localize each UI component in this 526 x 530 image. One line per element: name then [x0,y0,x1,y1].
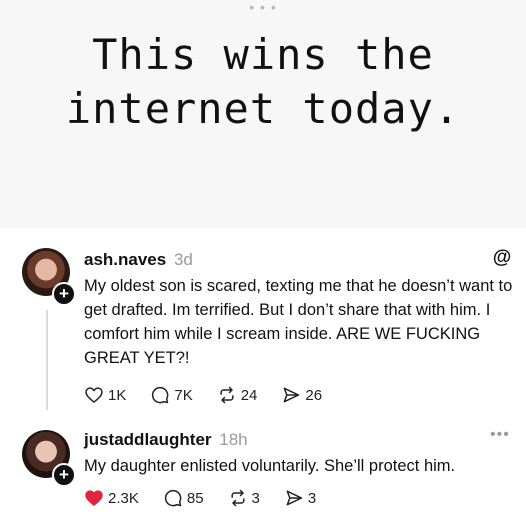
threads-logo-icon: @ [492,247,512,268]
share-count: 26 [305,386,323,404]
comment-count: 85 [186,489,204,507]
share-button[interactable]: 26 [281,385,322,405]
username[interactable]: justaddlaughter [84,430,212,449]
share-button[interactable]: 3 [284,488,316,508]
like-button[interactable]: 2.3K [84,488,139,508]
like-count: 1K [108,386,127,404]
repost-icon [230,489,245,507]
post-header: justaddlaughter 18h [84,430,248,450]
caption: This wins the internet today. [0,28,526,136]
post-actions: 1K 7K 24 26 [84,383,346,407]
share-icon [286,490,303,506]
comment-icon [164,489,182,507]
repost-count: 3 [251,489,260,507]
repost-count: 24 [240,386,258,404]
post-text: My oldest son is scared, texting me that… [84,277,513,367]
username[interactable]: ash.naves [84,250,166,269]
share-icon [283,387,300,403]
like-count: 2.3K [108,489,139,507]
caption-line-1: This wins the [92,30,434,79]
more-icon[interactable]: ••• [490,426,510,444]
heart-icon [85,490,103,506]
comment-count: 7K [174,386,193,404]
timestamp: 18h [219,430,248,449]
comment-icon [152,386,169,404]
repost-button[interactable]: 24 [217,385,258,405]
heart-icon [85,387,103,403]
comment-button[interactable]: 7K [150,385,193,405]
follow-plus-icon[interactable]: + [52,282,76,306]
threads-screenshot-card: + ash.naves 3d @ My oldest son is scared… [0,228,526,530]
follow-plus-icon[interactable]: + [52,463,76,487]
thread-connector-line [46,310,48,410]
repost-button[interactable]: 3 [228,488,260,508]
post-text: My daughter enlisted voluntarily. She’ll… [84,457,456,475]
repost-icon [220,386,234,404]
comment-button[interactable]: 85 [163,488,204,508]
post-header: ash.naves 3d [84,250,193,270]
share-count: 3 [307,489,317,507]
post-actions: 2.3K 85 3 3 [84,486,340,510]
like-button[interactable]: 1K [84,385,126,405]
caption-line-2: internet today. [65,84,461,133]
timestamp: 3d [173,250,193,269]
top-more-icon: • • • [249,0,277,15]
